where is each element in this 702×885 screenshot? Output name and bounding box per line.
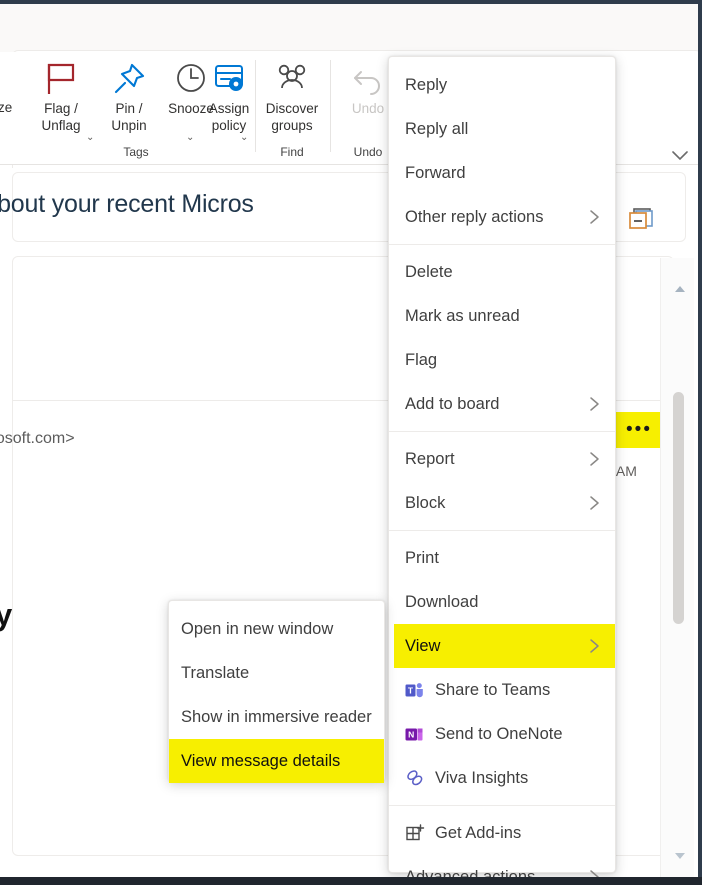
onenote-icon: N <box>405 725 435 744</box>
context-menu-item-view[interactable]: View <box>394 624 615 668</box>
context-menu-separator <box>389 805 615 806</box>
chevron-right-icon <box>589 638 601 654</box>
pin-unpin-button[interactable]: Pin / Unpin <box>96 56 162 148</box>
svg-text:T: T <box>408 685 414 695</box>
assign-policy-label: Assign policy <box>209 100 250 134</box>
context-menu-item-label: Other reply actions <box>405 208 589 227</box>
context-menu-item-label: Viva Insights <box>435 769 601 788</box>
context-menu-item-delete[interactable]: Delete <box>389 250 615 294</box>
context-menu-item-label: View <box>405 637 589 656</box>
people-group-icon <box>274 60 310 98</box>
view-submenu: Open in new window Translate Show in immer… <box>168 600 385 782</box>
ribbon-divider-2 <box>330 60 331 152</box>
flag-unflag-caret-icon[interactable]: ⌄ <box>86 132 94 143</box>
more-actions-button[interactable]: ••• <box>613 412 665 448</box>
ribbon-group-tags-label: Tags <box>18 145 254 159</box>
assign-policy-icon <box>211 60 247 98</box>
context-menu-item-label: Delete <box>405 263 601 282</box>
context-menu-item-print[interactable]: Print <box>389 536 615 580</box>
submenu-item-show-in-immersive-reader[interactable]: Show in immersive reader <box>169 695 384 739</box>
context-menu-item-get-add-ins[interactable]: Get Add-ins <box>389 811 615 855</box>
outlook-message-window: ze Flag / Unflag ⌄ <box>0 0 702 885</box>
context-menu-item-share-to-teams[interactable]: T Share to Teams <box>389 668 615 712</box>
teams-icon: T <box>405 681 435 700</box>
window-right-border <box>698 0 702 885</box>
undo-label: Undo <box>352 100 384 117</box>
get-addins-icon <box>405 823 435 843</box>
message-context-menu: Reply Reply all Forward Other reply actions… <box>388 56 616 873</box>
window-bottom-border <box>0 877 702 885</box>
svg-text:N: N <box>408 729 414 739</box>
context-menu-item-label: Block <box>405 494 589 513</box>
flag-icon <box>43 60 79 98</box>
context-menu-separator <box>389 530 615 531</box>
chevron-right-icon <box>589 209 601 225</box>
context-menu-item-reply-all[interactable]: Reply all <box>389 107 615 151</box>
context-menu-item-reply[interactable]: Reply <box>389 63 615 107</box>
undo-icon <box>351 60 385 98</box>
context-menu-item-label: Add to board <box>405 395 589 414</box>
submenu-item-view-message-details[interactable]: View message details <box>169 739 384 783</box>
scroll-up-arrow-icon[interactable] <box>674 284 686 294</box>
ribbon-group-find: Discover groups Find <box>256 52 328 164</box>
submenu-item-label: View message details <box>181 752 340 771</box>
scrollbar-thumb[interactable] <box>673 392 684 624</box>
submenu-item-open-in-new-window[interactable]: Open in new window <box>169 607 384 651</box>
context-menu-item-download[interactable]: Download <box>389 580 615 624</box>
chevron-right-icon <box>589 495 601 511</box>
chevron-right-icon <box>589 396 601 412</box>
context-menu-item-other-reply-actions[interactable]: Other reply actions <box>389 195 615 239</box>
context-menu-item-label: Flag <box>405 351 601 370</box>
flag-unflag-button[interactable]: Flag / Unflag <box>28 56 94 148</box>
submenu-item-label: Open in new window <box>181 620 333 639</box>
context-menu-item-label: Get Add-ins <box>435 824 601 843</box>
ribbon-collapse-chevron-down-icon[interactable] <box>670 146 690 166</box>
context-menu-item-report[interactable]: Report <box>389 437 615 481</box>
context-menu-item-label: Send to OneNote <box>435 725 601 744</box>
assign-policy-button[interactable]: Assign policy <box>196 56 262 148</box>
context-menu-item-viva-insights[interactable]: Viva Insights <box>389 756 615 800</box>
window-top-border <box>0 0 702 4</box>
context-menu-item-label: Print <box>405 549 601 568</box>
viva-insights-icon <box>405 768 435 788</box>
context-menu-item-label: Reply all <box>405 120 601 139</box>
submenu-item-translate[interactable]: Translate <box>169 651 384 695</box>
context-menu-item-label: Share to Teams <box>435 681 601 700</box>
more-actions-label: ••• <box>626 425 652 435</box>
scroll-down-arrow-icon[interactable] <box>674 851 686 861</box>
context-menu-item-block[interactable]: Block <box>389 481 615 525</box>
context-menu-item-label: Forward <box>405 164 601 183</box>
pin-icon <box>112 60 146 98</box>
context-menu-separator <box>389 431 615 432</box>
discover-groups-button[interactable]: Discover groups <box>259 56 325 148</box>
pin-unpin-label: Pin / Unpin <box>111 100 146 134</box>
context-menu-item-label: Reply <box>405 76 601 95</box>
context-menu-item-flag[interactable]: Flag <box>389 338 615 382</box>
context-menu-item-forward[interactable]: Forward <box>389 151 615 195</box>
flag-unflag-label: Flag / Unflag <box>41 100 80 134</box>
context-menu-item-add-to-board[interactable]: Add to board <box>389 382 615 426</box>
ribbon-group-tags: Flag / Unflag ⌄ Pin / Unpin <box>18 52 254 164</box>
context-menu-item-send-to-onenote[interactable]: N Send to OneNote <box>389 712 615 756</box>
context-menu-separator <box>389 244 615 245</box>
context-menu-item-label: Report <box>405 450 589 469</box>
ribbon-group-find-label: Find <box>256 145 328 159</box>
chevron-right-icon <box>589 451 601 467</box>
assign-policy-caret-icon[interactable]: ⌄ <box>240 132 248 143</box>
ribbon-partial-label: ze <box>0 100 12 115</box>
context-menu-item-label: Mark as unread <box>405 307 601 326</box>
context-menu-item-mark-as-unread[interactable]: Mark as unread <box>389 294 615 338</box>
context-menu-item-label: Download <box>405 593 601 612</box>
reading-pane-icon[interactable] <box>625 205 655 235</box>
page-title: se tell us about your recent Micros <box>0 190 440 219</box>
submenu-item-label: Translate <box>181 664 249 683</box>
discover-groups-label: Discover groups <box>266 100 319 134</box>
snooze-caret-icon[interactable]: ⌄ <box>186 132 194 143</box>
submenu-item-label: Show in immersive reader <box>181 708 372 727</box>
